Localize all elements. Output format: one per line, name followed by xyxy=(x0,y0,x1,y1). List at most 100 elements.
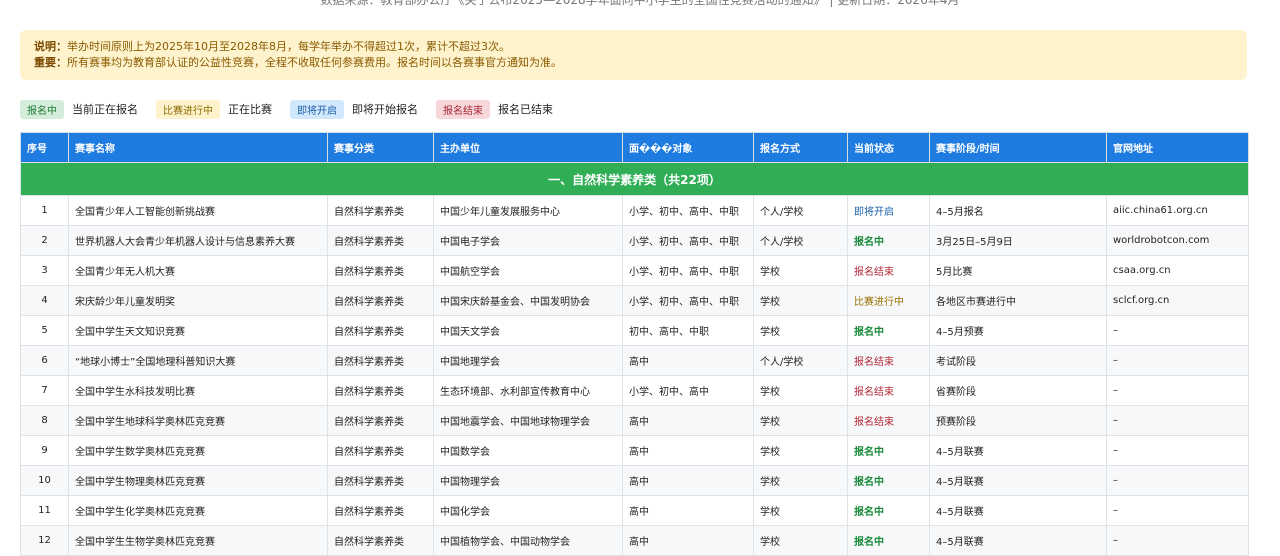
competition-category: 自然科学素养类 xyxy=(327,435,434,466)
table-row: 12 全国中学生生物学奥林匹克竞赛 自然科学素养类 中国植物学会、中国动物学会 高中 学校… xyxy=(20,525,1249,556)
competition-name: 全国中学生物理奥林匹克竞赛 xyxy=(68,465,328,496)
competition-target: 高中 xyxy=(622,465,754,496)
notice-text-explanation: 举办时间原则上为2025年10月至2028年8月，每学年举办不得超过1次，累计不… xyxy=(67,40,510,53)
notice-label-explanation: 说明： xyxy=(34,40,67,53)
legend-tag-running: 比赛进行中 xyxy=(156,99,220,119)
competition-name: “地球小博士”全国地理科普知识大赛 xyxy=(68,345,328,376)
registration-mode: 学校 xyxy=(753,465,848,496)
official-site-link[interactable]: worldrobotcon.com xyxy=(1106,225,1249,256)
row-index: 4 xyxy=(20,285,69,316)
competition-category: 自然科学素养类 xyxy=(327,495,434,526)
competition-host: 中国少年儿童发展服务中心 xyxy=(433,195,623,226)
status-badge: 报名中 xyxy=(847,525,930,556)
competition-name: 全国青少年人工智能创新挑战赛 xyxy=(68,195,328,226)
competition-category: 自然科学素养类 xyxy=(327,225,434,256)
competition-target: 高中 xyxy=(622,495,754,526)
competition-category: 自然科学素养类 xyxy=(327,525,434,556)
official-site-link: – xyxy=(1106,465,1249,496)
official-site-link: – xyxy=(1106,435,1249,466)
official-site-link[interactable]: csaa.org.cn xyxy=(1106,255,1249,286)
section-row: 一、自然科学素养类（共22项） xyxy=(20,162,1249,196)
competition-host: 中国数学会 xyxy=(433,435,623,466)
competition-stage: 4–5月联赛 xyxy=(929,495,1107,526)
competition-stage: 4–5月报名 xyxy=(929,195,1107,226)
competition-host: 中国地震学会、中国地球物理学会 xyxy=(433,405,623,436)
row-index: 7 xyxy=(20,375,69,406)
competition-category: 自然科学素养类 xyxy=(327,375,434,406)
table-row: 7 全国中学生水科技发明比赛 自然科学素养类 生态环境部、水利部宣传教育中心 小学、初中… xyxy=(20,375,1249,406)
legend-item-closed: 报名结束 报名已结束 xyxy=(436,99,553,119)
status-badge: 报名中 xyxy=(847,435,930,466)
official-site-link[interactable]: aiic.china61.org.cn xyxy=(1106,195,1249,226)
competition-category: 自然科学素养类 xyxy=(327,405,434,436)
col-header-host: 主办单位 xyxy=(433,132,623,163)
table-row: 8 全国中学生地球科学奥林匹克竞赛 自然科学素养类 中国地震学会、中国地球物理学会 高中… xyxy=(20,405,1249,436)
registration-mode: 学校 xyxy=(753,285,848,316)
official-site-link: – xyxy=(1106,525,1249,556)
legend-tag-open: 报名中 xyxy=(20,99,64,119)
legend-desc-running: 正在比赛 xyxy=(228,103,272,116)
legend-desc-soon: 即将开始报名 xyxy=(352,103,418,116)
competition-target: 高中 xyxy=(622,525,754,556)
competition-host: 中国宋庆龄基金会、中国发明协会 xyxy=(433,285,623,316)
table-row: 11 全国中学生化学奥林匹克竞赛 自然科学素养类 中国化学会 高中 学校 报名中 4–5月联赛… xyxy=(20,495,1249,526)
table-row: 10 全国中学生物理奥林匹克竞赛 自然科学素养类 中国物理学会 高中 学校 报名中 4–5月联… xyxy=(20,465,1249,496)
official-site-link[interactable]: sclcf.org.cn xyxy=(1106,285,1249,316)
section-title: 一、自然科学素养类（共22项） xyxy=(20,162,1249,196)
table-row: 4 宋庆龄少年儿童发明奖 自然科学素养类 中国宋庆龄基金会、中国发明协会 小学、初中、高… xyxy=(20,285,1249,316)
competition-stage: 省赛阶段 xyxy=(929,375,1107,406)
official-site-link: – xyxy=(1106,345,1249,376)
registration-mode: 学校 xyxy=(753,525,848,556)
competition-stage: 4–5月联赛 xyxy=(929,465,1107,496)
competition-host: 中国植物学会、中国动物学会 xyxy=(433,525,623,556)
competition-category: 自然科学素养类 xyxy=(327,315,434,346)
table-row: 2 世界机器人大会青少年机器人设计与信息素养大赛 自然科学素养类 中国电子学会 小学、初… xyxy=(20,225,1249,256)
competition-name: 宋庆龄少年儿童发明奖 xyxy=(68,285,328,316)
competition-name: 全国中学生化学奥林匹克竞赛 xyxy=(68,495,328,526)
competition-category: 自然科学素养类 xyxy=(327,255,434,286)
legend-item-running: 比赛进行中 正在比赛 xyxy=(156,99,272,119)
competition-target: 初中、高中、中职 xyxy=(622,315,754,346)
col-header-site: 官网地址 xyxy=(1106,132,1249,163)
status-legend: 报名中 当前正在报名 比赛进行中 正在比赛 即将开启 即将开始报名 报名结束 报… xyxy=(20,99,571,119)
table-row: 1 全国青少年人工智能创新挑战赛 自然科学素养类 中国少年儿童发展服务中心 小学、初中、… xyxy=(20,195,1249,226)
competition-stage: 4–5月联赛 xyxy=(929,435,1107,466)
competition-stage: 4–5月预赛 xyxy=(929,315,1107,346)
table-row: 6 “地球小博士”全国地理科普知识大赛 自然科学素养类 中国地理学会 高中 个人/学校 报名… xyxy=(20,345,1249,376)
row-index: 1 xyxy=(20,195,69,226)
competition-target: 高中 xyxy=(622,435,754,466)
row-index: 9 xyxy=(20,435,69,466)
competition-host: 中国航空学会 xyxy=(433,255,623,286)
notice-line-important: 重要：所有赛事均为教育部认证的公益性竞赛，全程不收取任何参赛费用。报名时间以各赛… xyxy=(34,55,1233,71)
registration-mode: 学校 xyxy=(753,375,848,406)
col-header-status: 当前状态 xyxy=(847,132,930,163)
competition-stage: 预赛阶段 xyxy=(929,405,1107,436)
registration-mode: 学校 xyxy=(753,495,848,526)
official-site-link: – xyxy=(1106,405,1249,436)
competition-target: 小学、初中、高中 xyxy=(622,375,754,406)
table-row: 5 全国中学生天文知识竞赛 自然科学素养类 中国天文学会 初中、高中、中职 学校 报名中 4–… xyxy=(20,315,1249,346)
competition-category: 自然科学素养类 xyxy=(327,465,434,496)
official-site-link: – xyxy=(1106,495,1249,526)
competition-target: 高中 xyxy=(622,345,754,376)
registration-mode: 学校 xyxy=(753,435,848,466)
competition-host: 中国电子学会 xyxy=(433,225,623,256)
row-index: 10 xyxy=(20,465,69,496)
competition-host: 中国地理学会 xyxy=(433,345,623,376)
competition-name: 全国中学生地球科学奥林匹克竞赛 xyxy=(68,405,328,436)
legend-desc-closed: 报名已结束 xyxy=(498,103,553,116)
competition-stage: 5月比赛 xyxy=(929,255,1107,286)
official-site-link: – xyxy=(1106,375,1249,406)
competition-name: 全国中学生天文知识竞赛 xyxy=(68,315,328,346)
registration-mode: 个人/学校 xyxy=(753,195,848,226)
competition-category: 自然科学素养类 xyxy=(327,195,434,226)
col-header-name: 赛事名称 xyxy=(68,132,328,163)
registration-mode: 个人/学校 xyxy=(753,225,848,256)
competition-stage: 3月25日–5月9日 xyxy=(929,225,1107,256)
table-header-row: 序号 赛事名称 赛事分类 主办单位 面���对象 报名方式 当前状态 赛事阶段/… xyxy=(20,132,1249,163)
table-row: 9 全国中学生数学奥林匹克竞赛 自然科学素养类 中国数学会 高中 学校 报名中 4–5月联赛 – xyxy=(20,435,1249,466)
notice-text-important: 所有赛事均为教育部认证的公益性竞赛，全程不收取任何参赛费用。报名时间以各赛事官方… xyxy=(67,56,562,69)
legend-desc-open: 当前正在报名 xyxy=(72,103,138,116)
competition-name: 全国中学生水科技发明比赛 xyxy=(68,375,328,406)
legend-item-soon: 即将开启 即将开始报名 xyxy=(290,99,418,119)
